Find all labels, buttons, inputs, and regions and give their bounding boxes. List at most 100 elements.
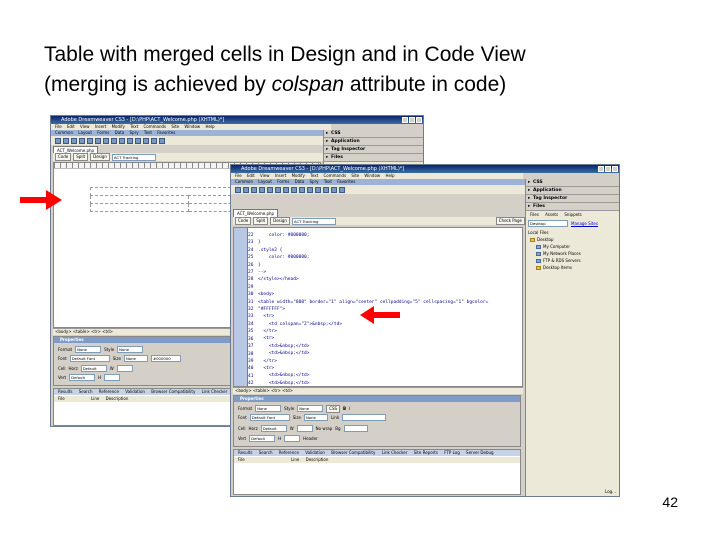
column-header[interactable]: File	[58, 396, 65, 401]
insert-tab[interactable]: Favorites	[337, 179, 355, 184]
comment-icon[interactable]	[307, 186, 313, 193]
hyperlink-icon[interactable]	[55, 137, 61, 144]
minimize-button[interactable]	[598, 166, 604, 172]
menu-item[interactable]: Window	[184, 124, 200, 129]
tag-chooser-icon[interactable]	[159, 137, 165, 144]
menu-item[interactable]: Window	[364, 173, 380, 178]
height-field[interactable]	[104, 374, 121, 381]
menu-item[interactable]: Help	[205, 124, 214, 129]
size-select[interactable]: None	[123, 355, 148, 362]
tree-item[interactable]: Desktop Items	[530, 264, 581, 271]
script-icon[interactable]	[323, 186, 329, 193]
column-header[interactable]: Description	[306, 457, 329, 462]
hyperlink-icon[interactable]	[235, 186, 241, 193]
code-line[interactable]	[258, 284, 488, 291]
menu-item[interactable]: Site	[351, 173, 359, 178]
close-button[interactable]	[612, 166, 618, 172]
menu-item[interactable]: Modify	[112, 124, 125, 129]
date-icon[interactable]	[291, 186, 297, 193]
menu-item[interactable]: View	[80, 124, 90, 129]
column-header[interactable]: Description	[106, 396, 129, 401]
panel-tag-inspector[interactable]: Tag Inspector	[324, 146, 423, 154]
code-view-button[interactable]: Code	[235, 217, 252, 225]
code-line[interactable]: <tr>	[258, 335, 488, 342]
insert-tab[interactable]: Common	[235, 179, 253, 184]
code-line[interactable]: </style></head>	[258, 276, 488, 283]
panel-tag-inspector[interactable]: Tag Inspector	[526, 195, 619, 203]
code-line[interactable]: }	[258, 262, 488, 269]
menu-item[interactable]: Commands	[143, 124, 166, 129]
results-tab[interactable]: Site Reports	[414, 450, 438, 455]
code-line[interactable]: color: #000000;	[258, 254, 488, 261]
title-field[interactable]: ACT Tracking	[111, 153, 156, 161]
vert-select[interactable]: Default	[249, 435, 276, 442]
column-header[interactable]: File	[238, 457, 245, 462]
vert-select[interactable]: Default	[69, 374, 96, 381]
column-header[interactable]: Line	[91, 396, 99, 401]
code-line[interactable]: </tr>	[258, 358, 488, 365]
results-tab[interactable]: Reference	[279, 450, 299, 455]
results-tab[interactable]: Validation	[305, 450, 325, 455]
properties-panel-header[interactable]: Properties	[234, 396, 520, 402]
split-view-button[interactable]: Split	[73, 153, 89, 161]
style-select[interactable]: None	[297, 405, 324, 412]
code-line[interactable]: <tr>	[258, 365, 488, 372]
server-include-icon[interactable]	[299, 186, 305, 193]
code-line[interactable]: .style2 {	[258, 247, 488, 254]
font-select[interactable]: Default Font	[249, 414, 290, 421]
title-field[interactable]: ACT Tracking	[291, 217, 336, 225]
maximize-button[interactable]	[605, 166, 611, 172]
tree-item[interactable]: My Network Places	[530, 250, 581, 257]
media-icon[interactable]	[103, 137, 109, 144]
menu-item[interactable]: Commands	[323, 173, 346, 178]
menu-item[interactable]: View	[260, 173, 270, 178]
results-tab[interactable]: Search	[79, 389, 93, 394]
insert-tab[interactable]: Text	[144, 130, 152, 135]
assets-tab[interactable]: Assets	[545, 212, 558, 217]
insert-tab[interactable]: Forms	[97, 130, 109, 135]
code-view-button[interactable]: Code	[55, 153, 72, 161]
menu-item[interactable]: Insert	[275, 173, 286, 178]
menu-item[interactable]: Modify	[292, 173, 305, 178]
site-select[interactable]: Desktop	[528, 220, 568, 227]
italic-icon[interactable]: I	[349, 406, 350, 411]
code-line[interactable]: <td>&nbsp;</td>	[258, 350, 488, 357]
menu-item[interactable]: Help	[385, 173, 394, 178]
insert-tab[interactable]: Layout	[258, 179, 272, 184]
width-field[interactable]	[116, 365, 133, 372]
maximize-button[interactable]	[409, 117, 415, 123]
div-icon[interactable]	[87, 137, 93, 144]
table-cell[interactable]	[90, 203, 189, 212]
log-button[interactable]: Log...	[605, 489, 616, 494]
menu-item[interactable]: Edit	[67, 124, 75, 129]
insert-tab[interactable]: Favorites	[157, 130, 175, 135]
tree-item[interactable]: FTP & RDS Servers	[530, 257, 581, 264]
table-icon[interactable]	[79, 137, 85, 144]
link-field[interactable]	[342, 414, 387, 421]
code-line[interactable]: }	[258, 239, 488, 246]
insert-tab[interactable]: Forms	[277, 179, 289, 184]
format-select[interactable]: None	[255, 405, 282, 412]
insert-tab[interactable]: Layout	[78, 130, 92, 135]
horz-select[interactable]: Default	[80, 365, 107, 372]
results-tab[interactable]: Results	[58, 389, 72, 394]
anchor-icon[interactable]	[71, 137, 77, 144]
tree-item[interactable]: My Computer	[530, 243, 581, 250]
script-icon[interactable]	[143, 137, 149, 144]
email-link-icon[interactable]	[63, 137, 69, 144]
results-tab[interactable]: Results	[238, 450, 252, 455]
date-icon[interactable]	[111, 137, 117, 144]
code-line[interactable]: </tr>	[258, 328, 488, 335]
menu-item[interactable]: File	[235, 173, 242, 178]
bg-field[interactable]	[343, 425, 368, 432]
insert-tab[interactable]: Text	[324, 179, 332, 184]
split-view-button[interactable]: Split	[253, 217, 269, 225]
files-tab[interactable]: Files	[530, 212, 539, 217]
panel-css[interactable]: CSS	[324, 130, 423, 138]
menu-item[interactable]: File	[55, 124, 62, 129]
width-field[interactable]	[296, 425, 313, 432]
tree-item[interactable]: Desktop	[530, 236, 581, 243]
panel-application[interactable]: Application	[324, 138, 423, 146]
code-line[interactable]: <table width="800" border="1" align="cen…	[258, 299, 488, 306]
panel-files[interactable]: Files	[526, 203, 619, 211]
